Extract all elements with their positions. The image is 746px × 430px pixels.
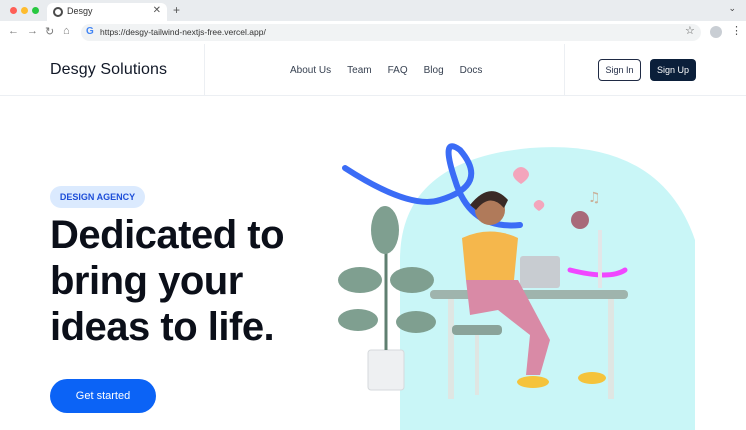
star-icon[interactable]: ☆ <box>685 24 695 37</box>
tab-close-icon[interactable]: ✕ <box>153 5 161 16</box>
home-icon[interactable]: ⌂ <box>63 25 70 37</box>
tab-strip: Desgy ✕ + ⌄ <box>0 0 746 21</box>
headline-line: bring your <box>50 259 243 303</box>
nav-links: About Us Team FAQ Blog Docs <box>290 65 498 76</box>
browser-tab[interactable]: Desgy ✕ <box>47 3 167 21</box>
nav-link-about-us[interactable]: About Us <box>290 65 331 76</box>
plant-leaf-icon <box>338 267 382 293</box>
desk-leg <box>608 299 614 399</box>
nav-link-docs[interactable]: Docs <box>460 65 483 76</box>
navbar-divider <box>564 44 565 96</box>
design-agency-badge: DESIGN AGENCY <box>50 186 145 208</box>
close-window-icon[interactable] <box>10 7 17 14</box>
desk-leg <box>448 299 454 399</box>
plant-pot <box>367 349 405 391</box>
sign-up-button[interactable]: Sign Up <box>650 59 696 81</box>
plant-leaf-icon <box>390 267 434 293</box>
browser-toolbar: ← → ↻ ⌂ G https://desgy-tailwind-nextjs-… <box>0 21 746 44</box>
headline-line: Dedicated to <box>50 213 285 257</box>
laptop-icon <box>520 256 560 288</box>
plant-leaf-icon <box>371 206 399 254</box>
nav-link-blog[interactable]: Blog <box>424 65 444 76</box>
url-text[interactable]: https://desgy-tailwind-nextjs-free.verce… <box>100 27 266 37</box>
plant-leaf-icon <box>396 311 436 333</box>
person-shoe <box>578 372 606 384</box>
menu-icon[interactable]: ⋮ <box>731 24 742 37</box>
new-tab-icon[interactable]: + <box>173 3 180 17</box>
person-shoe <box>517 376 549 388</box>
chair-leg <box>475 335 479 395</box>
favicon-icon <box>53 7 63 17</box>
person-shirt <box>462 231 518 280</box>
brand-logo[interactable]: Desgy Solutions <box>50 61 167 79</box>
hero-headline: Dedicated to bring your ideas to life. <box>50 212 340 350</box>
headline-line: ideas to life. <box>50 305 275 349</box>
back-icon[interactable]: ← <box>8 25 19 37</box>
reload-icon[interactable]: ↻ <box>45 25 54 38</box>
music-note-icon: ♫ <box>588 190 601 206</box>
plant-leaf-icon <box>338 309 378 331</box>
address-bar[interactable]: G https://desgy-tailwind-nextjs-free.ver… <box>81 24 701 41</box>
nav-link-team[interactable]: Team <box>347 65 371 76</box>
desk-top <box>430 290 628 299</box>
site-navbar: Desgy Solutions About Us Team FAQ Blog D… <box>0 44 746 96</box>
browser-chrome: Desgy ✕ + ⌄ ← → ↻ ⌂ G https://desgy-tail… <box>0 0 746 44</box>
sign-in-button[interactable]: Sign In <box>598 59 641 81</box>
navbar-divider <box>204 44 205 96</box>
illustration-backdrop <box>400 147 695 430</box>
profile-icon[interactable] <box>710 26 722 38</box>
hero-illustration: ♫ <box>338 143 695 430</box>
google-icon: G <box>86 26 94 37</box>
lamp-shade-icon <box>571 211 589 229</box>
maximize-window-icon[interactable] <box>32 7 39 14</box>
forward-icon[interactable]: → <box>27 25 38 37</box>
minimize-window-icon[interactable] <box>21 7 28 14</box>
chair-seat <box>452 325 502 335</box>
get-started-button[interactable]: Get started <box>50 379 156 413</box>
tab-title: Desgy <box>67 6 93 16</box>
tab-list-icon[interactable]: ⌄ <box>728 3 736 14</box>
nav-link-faq[interactable]: FAQ <box>388 65 408 76</box>
